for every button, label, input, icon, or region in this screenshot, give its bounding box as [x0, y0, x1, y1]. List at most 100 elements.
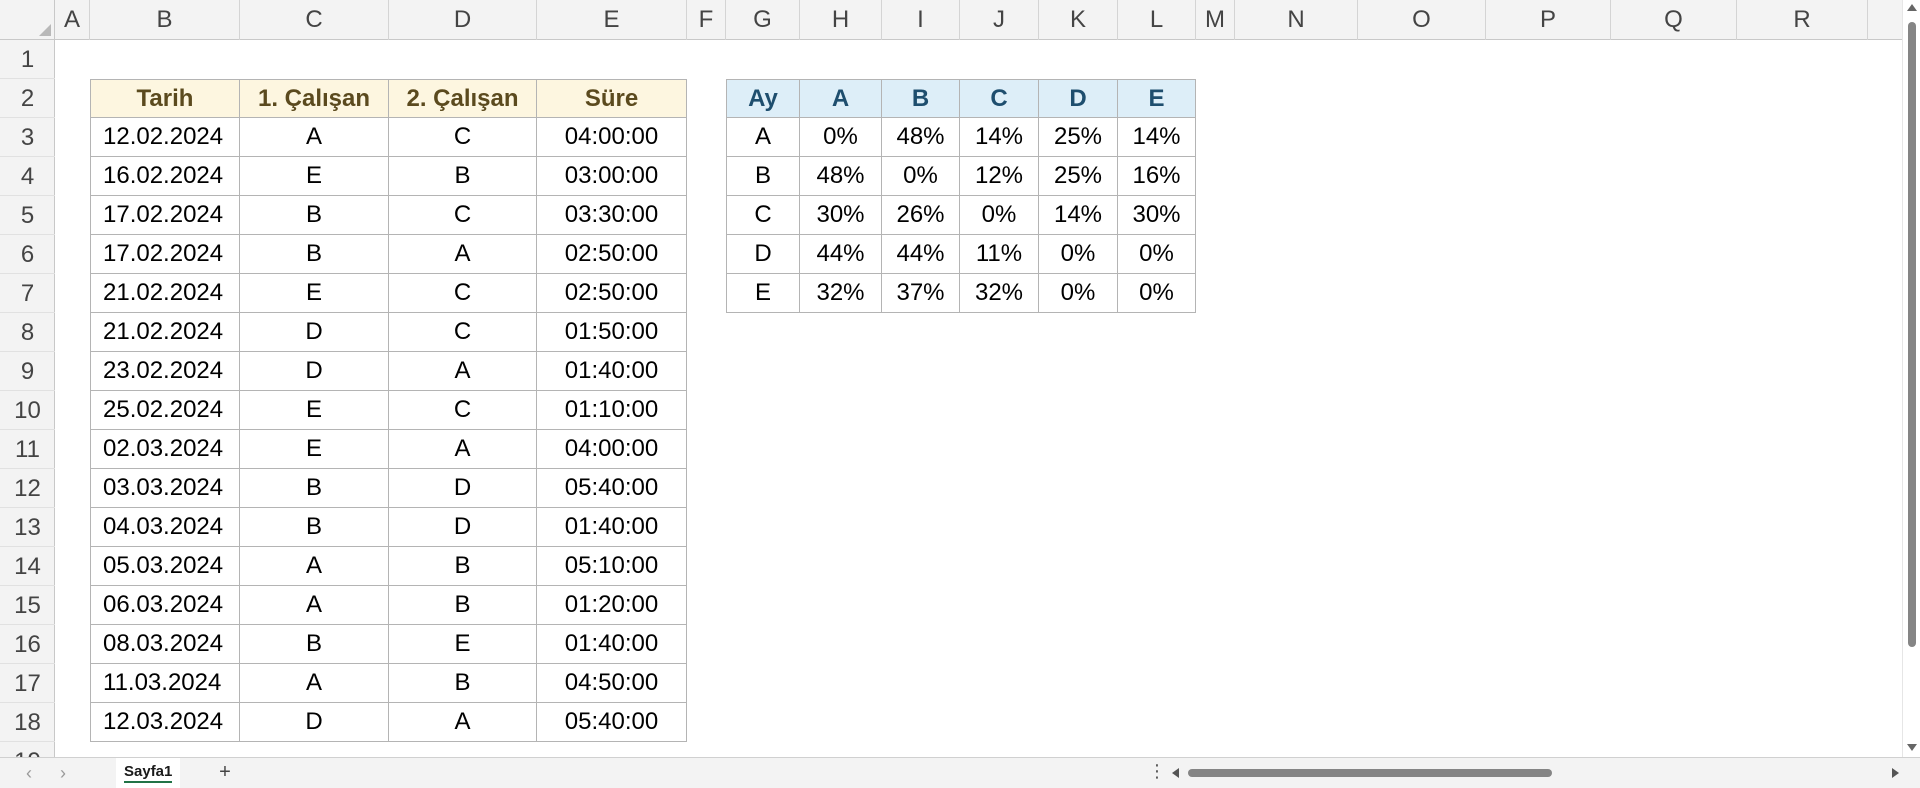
- row-header-3[interactable]: 3: [0, 118, 55, 157]
- table1-cell[interactable]: 21.02.2024: [90, 313, 240, 352]
- column-header-e[interactable]: E: [537, 0, 687, 40]
- row-header-14[interactable]: 14: [0, 547, 55, 586]
- table2-cell[interactable]: 14%: [960, 118, 1039, 157]
- horizontal-scroll-thumb[interactable]: [1188, 769, 1552, 777]
- table1-cell[interactable]: E: [240, 157, 389, 196]
- column-header-p[interactable]: P: [1486, 0, 1611, 40]
- row-header-1[interactable]: 1: [0, 40, 55, 79]
- table1-cell[interactable]: B: [240, 235, 389, 274]
- table2-cell[interactable]: 12%: [960, 157, 1039, 196]
- table1-cell[interactable]: A: [240, 664, 389, 703]
- table1-cell[interactable]: 08.03.2024: [90, 625, 240, 664]
- column-header-q[interactable]: Q: [1611, 0, 1737, 40]
- row-header-15[interactable]: 15: [0, 586, 55, 625]
- table1-cell[interactable]: 02.03.2024: [90, 430, 240, 469]
- table1-cell[interactable]: C: [389, 391, 537, 430]
- table1-cell[interactable]: B: [389, 157, 537, 196]
- column-header-m[interactable]: M: [1196, 0, 1235, 40]
- table1-cell[interactable]: 01:10:00: [537, 391, 687, 430]
- column-header-i[interactable]: I: [882, 0, 960, 40]
- table1-cell[interactable]: A: [240, 586, 389, 625]
- table1-cell[interactable]: B: [240, 469, 389, 508]
- table1-cell[interactable]: D: [240, 703, 389, 742]
- scroll-right-icon[interactable]: [1892, 768, 1899, 778]
- table1-cell[interactable]: 01:50:00: [537, 313, 687, 352]
- table2-cell[interactable]: 44%: [800, 235, 882, 274]
- column-header-l[interactable]: L: [1118, 0, 1196, 40]
- row-header-7[interactable]: 7: [0, 274, 55, 313]
- more-options-icon[interactable]: ⋮: [1148, 761, 1166, 782]
- table2-header-cell[interactable]: A: [800, 79, 882, 118]
- table2-cell[interactable]: 25%: [1039, 118, 1118, 157]
- table2-cell[interactable]: B: [726, 157, 800, 196]
- table1-cell[interactable]: D: [240, 313, 389, 352]
- row-header-13[interactable]: 13: [0, 508, 55, 547]
- table2-cell[interactable]: 48%: [800, 157, 882, 196]
- table1-cell[interactable]: A: [240, 118, 389, 157]
- column-header-a[interactable]: A: [55, 0, 90, 40]
- table2-cell[interactable]: E: [726, 274, 800, 313]
- table1-cell[interactable]: A: [389, 703, 537, 742]
- column-header-b[interactable]: B: [90, 0, 240, 40]
- table2-cell[interactable]: 0%: [1039, 235, 1118, 274]
- table1-cell[interactable]: 17.02.2024: [90, 235, 240, 274]
- table1-cell[interactable]: 03.03.2024: [90, 469, 240, 508]
- table2-cell[interactable]: 0%: [800, 118, 882, 157]
- table2-header-cell[interactable]: Ay: [726, 79, 800, 118]
- table1-cell[interactable]: C: [389, 118, 537, 157]
- table2-cell[interactable]: 0%: [1039, 274, 1118, 313]
- table2-cell[interactable]: 30%: [1118, 196, 1196, 235]
- column-header-n[interactable]: N: [1235, 0, 1358, 40]
- table1-cell[interactable]: D: [240, 352, 389, 391]
- table2-cell[interactable]: 37%: [882, 274, 960, 313]
- chevron-left-icon[interactable]: ‹: [18, 762, 40, 784]
- table1-cell[interactable]: 17.02.2024: [90, 196, 240, 235]
- column-header-j[interactable]: J: [960, 0, 1039, 40]
- select-all-corner[interactable]: [0, 0, 55, 40]
- column-header-h[interactable]: H: [800, 0, 882, 40]
- table1-cell[interactable]: 05:40:00: [537, 469, 687, 508]
- row-header-16[interactable]: 16: [0, 625, 55, 664]
- table2-cell[interactable]: 0%: [1118, 274, 1196, 313]
- table2-cell[interactable]: 0%: [1118, 235, 1196, 274]
- table1-cell[interactable]: B: [240, 625, 389, 664]
- table1-header-cell[interactable]: 1. Çalışan: [240, 79, 389, 118]
- table1-cell[interactable]: D: [389, 469, 537, 508]
- scroll-down-icon[interactable]: [1907, 744, 1917, 751]
- table1-cell[interactable]: 12.03.2024: [90, 703, 240, 742]
- scroll-up-icon[interactable]: [1907, 4, 1917, 11]
- vertical-scrollbar[interactable]: [1902, 0, 1920, 757]
- row-header-9[interactable]: 9: [0, 352, 55, 391]
- table2-cell[interactable]: D: [726, 235, 800, 274]
- row-header-8[interactable]: 8: [0, 313, 55, 352]
- table2-header-cell[interactable]: D: [1039, 79, 1118, 118]
- table1-cell[interactable]: 21.02.2024: [90, 274, 240, 313]
- row-header-12[interactable]: 12: [0, 469, 55, 508]
- row-header-5[interactable]: 5: [0, 196, 55, 235]
- table2-cell[interactable]: 0%: [882, 157, 960, 196]
- table1-cell[interactable]: B: [240, 508, 389, 547]
- column-header-o[interactable]: O: [1358, 0, 1486, 40]
- table1-cell[interactable]: 01:40:00: [537, 508, 687, 547]
- column-header-r[interactable]: R: [1737, 0, 1868, 40]
- table1-cell[interactable]: 04:50:00: [537, 664, 687, 703]
- add-sheet-button[interactable]: +: [214, 761, 236, 783]
- row-header-6[interactable]: 6: [0, 235, 55, 274]
- table1-cell[interactable]: 05:10:00: [537, 547, 687, 586]
- table1-cell[interactable]: 02:50:00: [537, 274, 687, 313]
- column-header-g[interactable]: G: [726, 0, 800, 40]
- table1-cell[interactable]: A: [389, 352, 537, 391]
- table1-cell[interactable]: 04:00:00: [537, 118, 687, 157]
- column-header-k[interactable]: K: [1039, 0, 1118, 40]
- table1-cell[interactable]: E: [240, 430, 389, 469]
- table1-cell[interactable]: 01:20:00: [537, 586, 687, 625]
- table2-cell[interactable]: C: [726, 196, 800, 235]
- table1-cell[interactable]: C: [389, 274, 537, 313]
- table1-cell[interactable]: 02:50:00: [537, 235, 687, 274]
- vertical-scroll-thumb[interactable]: [1908, 22, 1916, 647]
- table2-cell[interactable]: 14%: [1118, 118, 1196, 157]
- table2-cell[interactable]: 0%: [960, 196, 1039, 235]
- scroll-left-icon[interactable]: [1172, 768, 1179, 778]
- table1-cell[interactable]: A: [240, 547, 389, 586]
- table2-header-cell[interactable]: E: [1118, 79, 1196, 118]
